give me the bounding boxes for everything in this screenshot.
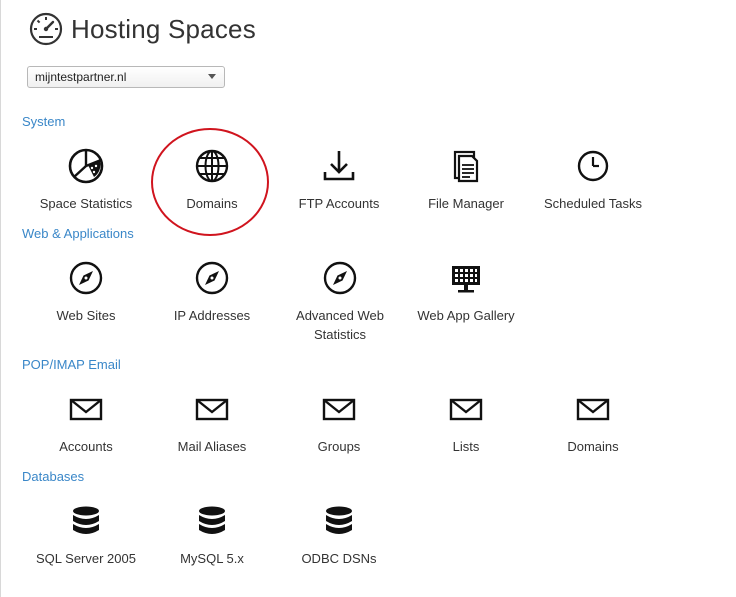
tile-label: Space Statistics bbox=[39, 196, 133, 211]
hosting-spaces-page: Hosting Spaces mijntestpartner.nl System… bbox=[0, 0, 736, 597]
tile-label: Accounts bbox=[59, 439, 113, 454]
envelope-icon bbox=[322, 398, 356, 421]
tile-label: Mail Aliases bbox=[177, 439, 247, 454]
tile-sql-server-2005[interactable]: SQL Server 2005 bbox=[23, 501, 149, 568]
tile-label: Web App Gallery bbox=[417, 308, 515, 323]
tile-space-statistics[interactable]: Space Statistics bbox=[23, 146, 149, 213]
tile-label: Web Sites bbox=[56, 308, 116, 323]
download-icon bbox=[323, 151, 355, 181]
tile-label: Domains bbox=[567, 439, 619, 454]
database-icon bbox=[199, 506, 225, 534]
tile-web-app-gallery[interactable]: Web App Gallery bbox=[403, 258, 529, 325]
tile-label: Scheduled Tasks bbox=[543, 196, 643, 211]
compass-icon bbox=[195, 261, 229, 295]
compass-icon bbox=[323, 261, 357, 295]
tile-label: Domains bbox=[186, 196, 238, 211]
tile-odbc-dsns[interactable]: ODBC DSNs bbox=[276, 501, 402, 568]
envelope-icon bbox=[576, 398, 610, 421]
clock-icon bbox=[577, 150, 609, 182]
tile-mail-aliases[interactable]: Mail Aliases bbox=[149, 389, 275, 456]
globe-icon bbox=[195, 149, 229, 183]
tile-label: ODBC DSNs bbox=[301, 551, 377, 566]
envelope-icon bbox=[195, 398, 229, 421]
tile-mail-groups[interactable]: Groups bbox=[276, 389, 402, 456]
tile-mail-lists[interactable]: Lists bbox=[403, 389, 529, 456]
tile-domains[interactable]: Domains bbox=[149, 146, 275, 213]
tile-label: SQL Server 2005 bbox=[36, 551, 136, 566]
tile-ip-addresses[interactable]: IP Addresses bbox=[149, 258, 275, 325]
tile-label: File Manager bbox=[428, 196, 504, 211]
tile-advanced-web-statistics[interactable]: Advanced Web Statistics bbox=[276, 258, 404, 344]
tile-file-manager[interactable]: File Manager bbox=[403, 146, 529, 213]
tile-label: IP Addresses bbox=[173, 308, 251, 323]
tile-scheduled-tasks[interactable]: Scheduled Tasks bbox=[530, 146, 656, 213]
compass-icon bbox=[69, 261, 103, 295]
section-title-pop-imap-email: POP/IMAP Email bbox=[22, 357, 121, 372]
monitor-grid-icon bbox=[452, 266, 480, 293]
envelope-icon bbox=[69, 398, 103, 421]
tile-email-accounts[interactable]: Accounts bbox=[23, 389, 149, 456]
tile-mail-domains[interactable]: Domains bbox=[530, 389, 656, 456]
section-title-system: System bbox=[22, 114, 66, 129]
page-title: Hosting Spaces bbox=[71, 13, 256, 44]
tile-label: Advanced Web Statistics bbox=[296, 308, 384, 342]
tile-label: Groups bbox=[317, 439, 361, 454]
chevron-down-icon bbox=[208, 74, 216, 79]
section-title-web-applications: Web & Applications bbox=[22, 226, 134, 241]
pie-chart-icon bbox=[68, 148, 104, 184]
tile-label: FTP Accounts bbox=[298, 196, 380, 211]
envelope-icon bbox=[449, 398, 483, 421]
tile-label: Lists bbox=[452, 439, 480, 454]
section-title-databases: Databases bbox=[22, 469, 85, 484]
dashboard-gauge-icon bbox=[29, 12, 63, 46]
document-icon bbox=[453, 150, 479, 183]
page-header: Hosting Spaces bbox=[29, 12, 256, 46]
hosting-space-dropdown[interactable]: mijntestpartner.nl bbox=[27, 66, 225, 88]
database-icon bbox=[73, 506, 99, 534]
tile-mysql-5x[interactable]: MySQL 5.x bbox=[149, 501, 275, 568]
database-icon bbox=[326, 506, 352, 534]
tile-label: MySQL 5.x bbox=[180, 551, 244, 566]
tile-ftp-accounts[interactable]: FTP Accounts bbox=[276, 146, 402, 213]
tile-web-sites[interactable]: Web Sites bbox=[23, 258, 149, 325]
hosting-space-selected-value: mijntestpartner.nl bbox=[35, 70, 127, 84]
